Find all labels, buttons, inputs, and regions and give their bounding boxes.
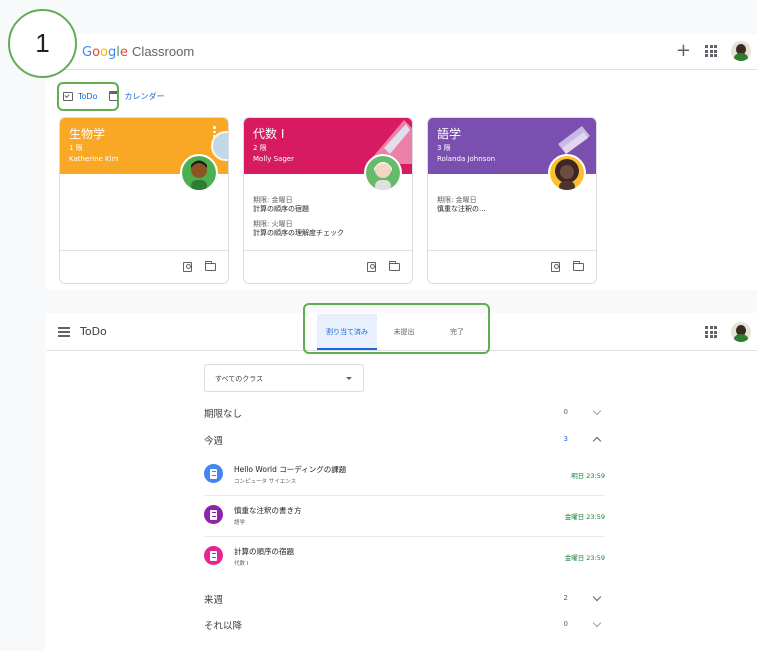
todo-page-panel: ToDo 割り当て済み 未提出 完了 すべてのクラス 期限なし 0 今週 3 H… bbox=[46, 313, 757, 651]
class-filter-value: すべてのクラス bbox=[215, 375, 264, 383]
class-cards: 生物学 1 限 Katherine Kim 代数 I 2 限 Molly Sag… bbox=[59, 117, 597, 284]
google-classroom-logo[interactable]: Google Classroom bbox=[82, 44, 194, 60]
step-number-badge: 1 bbox=[8, 9, 77, 78]
classroom-home-panel: Google Classroom + ToDo カレンダー 生物学 1 限 Ka… bbox=[46, 34, 757, 290]
chevron-down-icon[interactable] bbox=[592, 406, 602, 416]
section-label: それ以降 bbox=[204, 621, 243, 632]
chevron-down-icon[interactable] bbox=[592, 618, 602, 628]
calendar-link-label: カレンダー bbox=[124, 91, 165, 101]
gradebook-icon[interactable] bbox=[183, 262, 192, 272]
teacher-avatar bbox=[364, 154, 402, 192]
assignment-due: 金曜日 23:59 bbox=[564, 554, 605, 562]
assignment-due: 金曜日 23:59 bbox=[564, 513, 605, 521]
section-count: 3 bbox=[563, 435, 568, 443]
class-card-algebra[interactable]: 代数 I 2 限 Molly Sager 期限: 金曜日 計算の順序の宿題 期限… bbox=[243, 117, 413, 284]
class-title[interactable]: 生物学 bbox=[69, 126, 219, 142]
assignment-item[interactable]: Hello World コーディングの課題 コンピュータ サイエンス 明日 23… bbox=[204, 456, 605, 496]
logo-letter: o bbox=[100, 45, 109, 60]
section-label: 今週 bbox=[204, 436, 224, 447]
section-count: 2 bbox=[563, 594, 568, 602]
section-this-week[interactable]: 今週 3 bbox=[204, 430, 604, 450]
chevron-down-icon[interactable] bbox=[592, 592, 602, 602]
teacher-avatar bbox=[180, 154, 218, 192]
dropdown-arrow-icon bbox=[346, 377, 352, 380]
top-actions: + bbox=[676, 41, 751, 61]
assignment-due: 明日 23:59 bbox=[571, 472, 605, 480]
section-count: 0 bbox=[563, 620, 568, 628]
assignment-title[interactable]: 計算の順序の宿題 bbox=[234, 546, 294, 557]
folder-icon[interactable] bbox=[389, 261, 400, 271]
teacher-avatar bbox=[548, 154, 586, 192]
main-menu-icon[interactable] bbox=[58, 327, 70, 339]
gradebook-icon[interactable] bbox=[551, 262, 560, 272]
page-title: ToDo bbox=[80, 325, 107, 338]
todo-actions bbox=[705, 322, 751, 342]
account-avatar[interactable] bbox=[731, 41, 751, 61]
section-label: 来週 bbox=[204, 595, 224, 606]
plus-icon[interactable]: + bbox=[676, 41, 691, 61]
assignment-class: コンピュータ サイエンス bbox=[234, 479, 297, 485]
due-assignment-link[interactable]: 計算の順序の宿題 bbox=[253, 205, 403, 214]
class-filter-select[interactable]: すべてのクラス bbox=[204, 364, 364, 392]
assignment-icon bbox=[204, 505, 223, 524]
logo-product-name: Classroom bbox=[132, 44, 195, 59]
apps-grid-icon[interactable] bbox=[705, 45, 717, 57]
assignment-class: 語学 bbox=[234, 520, 246, 526]
section-count: 0 bbox=[563, 408, 568, 416]
section-label: 期限なし bbox=[204, 409, 243, 420]
logo-letter: o bbox=[92, 45, 101, 60]
gradebook-icon[interactable] bbox=[367, 262, 376, 272]
logo-letter: e bbox=[119, 45, 128, 60]
card-footer bbox=[428, 250, 596, 283]
top-app-bar: Google Classroom + bbox=[46, 34, 757, 70]
tabs-highlight bbox=[303, 303, 490, 354]
todo-link-highlight bbox=[57, 82, 119, 111]
section-next-week[interactable]: 来週 2 bbox=[204, 589, 604, 609]
logo-letter: G bbox=[82, 45, 93, 60]
due-label: 期限: 金曜日 bbox=[437, 196, 477, 204]
card-footer bbox=[60, 250, 228, 283]
apps-grid-icon[interactable] bbox=[705, 326, 717, 338]
folder-icon[interactable] bbox=[573, 261, 584, 271]
due-label: 期限: 火曜日 bbox=[253, 220, 293, 228]
folder-icon[interactable] bbox=[205, 261, 216, 271]
section-later[interactable]: それ以降 0 bbox=[204, 615, 604, 635]
class-card-language[interactable]: 語学 3 限 Rolanda Johnson 期限: 金曜日 慎重な注釈の... bbox=[427, 117, 597, 284]
assignment-icon bbox=[204, 546, 223, 565]
assignment-icon bbox=[204, 464, 223, 483]
chevron-up-icon[interactable] bbox=[592, 436, 602, 446]
assignment-item[interactable]: 慎重な注釈の書き方 語学 金曜日 23:59 bbox=[204, 497, 605, 537]
card-footer bbox=[244, 250, 412, 283]
due-assignment-link[interactable]: 慎重な注釈の... bbox=[437, 205, 587, 214]
assignment-title[interactable]: Hello World コーディングの課題 bbox=[234, 464, 346, 475]
assignment-title[interactable]: 慎重な注釈の書き方 bbox=[234, 505, 302, 516]
due-label: 期限: 金曜日 bbox=[253, 196, 293, 204]
class-period: 1 限 bbox=[69, 144, 83, 152]
assignment-class: 代数 I bbox=[234, 561, 249, 567]
account-avatar[interactable] bbox=[731, 322, 751, 342]
class-card-biology[interactable]: 生物学 1 限 Katherine Kim bbox=[59, 117, 229, 284]
assignment-item[interactable]: 計算の順序の宿題 代数 I 金曜日 23:59 bbox=[204, 538, 605, 578]
due-assignment-link[interactable]: 計算の順序の理解度チェック bbox=[253, 229, 403, 238]
section-no-due-date[interactable]: 期限なし 0 bbox=[204, 403, 604, 423]
